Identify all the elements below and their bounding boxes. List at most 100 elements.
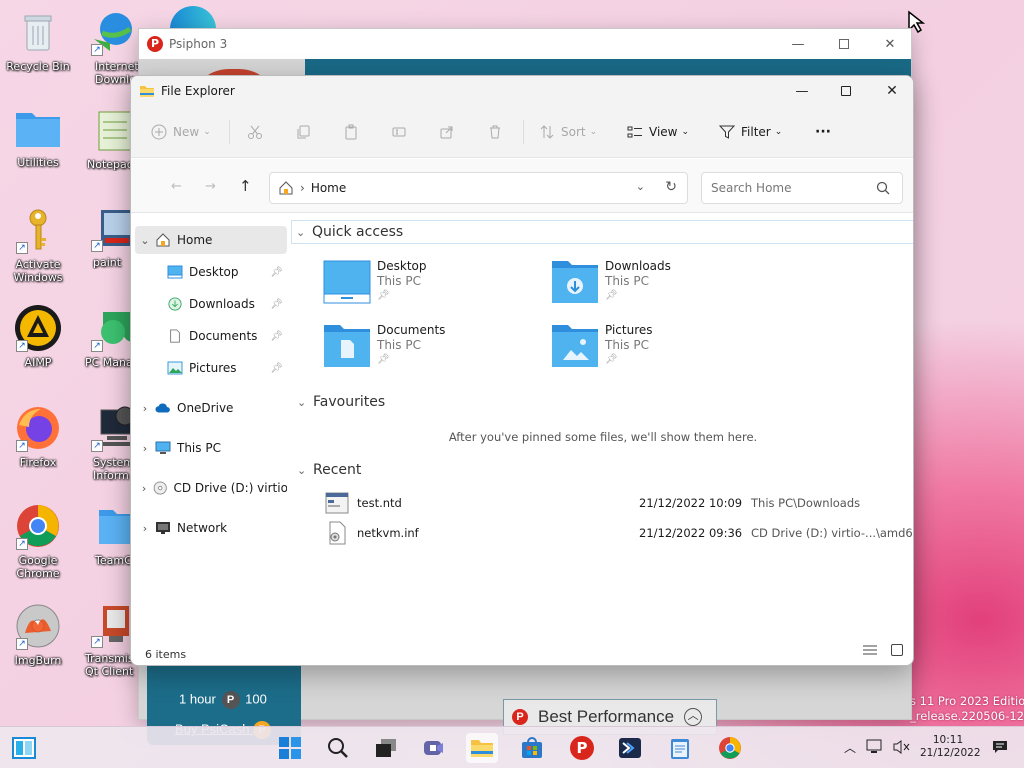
chevron-right-icon[interactable]: › bbox=[135, 402, 155, 415]
downloads-folder-icon bbox=[552, 261, 598, 303]
refresh-icon[interactable]: ↻ bbox=[665, 179, 677, 195]
task-view-button[interactable] bbox=[370, 733, 402, 763]
home-icon bbox=[156, 233, 170, 247]
taskbar-notepad[interactable] bbox=[664, 733, 696, 763]
chevron-down-icon: ⌄ bbox=[297, 463, 307, 477]
network-status-icon[interactable] bbox=[866, 739, 884, 758]
desktop-icon-aimp[interactable]: ↗ AIMP bbox=[5, 304, 71, 369]
taskbar-powershell[interactable] bbox=[614, 733, 646, 763]
nav-item-cd-drive[interactable]: › CD Drive (D:) virtio-v bbox=[135, 474, 287, 502]
address-bar[interactable]: › Home ⌄ ↻ bbox=[269, 172, 688, 204]
clock[interactable]: 10:11 21/12/2022 bbox=[920, 734, 981, 760]
shortcut-arrow-icon: ↗ bbox=[16, 340, 28, 352]
cut-button[interactable] bbox=[247, 120, 269, 144]
pin-icon: 📌︎ bbox=[605, 354, 618, 365]
notepad-icon bbox=[671, 739, 689, 759]
minimize-button[interactable]: — bbox=[779, 76, 825, 106]
chevron-right-icon[interactable]: › bbox=[135, 522, 155, 535]
inf-file-icon bbox=[329, 521, 346, 545]
volume-muted-icon[interactable] bbox=[892, 739, 910, 758]
chevron-down-icon[interactable]: ⌄ bbox=[636, 180, 645, 193]
chrome-icon: ↗ bbox=[14, 502, 62, 550]
details-view-button[interactable] bbox=[863, 644, 877, 659]
delete-button[interactable] bbox=[487, 120, 509, 144]
chevron-right-icon[interactable]: › bbox=[135, 482, 153, 495]
close-icon: ✕ bbox=[886, 83, 898, 99]
edge-icon[interactable] bbox=[170, 6, 216, 30]
widgets-button[interactable] bbox=[8, 733, 40, 763]
recycle-bin-icon bbox=[14, 8, 62, 56]
forward-button[interactable]: → bbox=[205, 179, 216, 194]
close-button[interactable]: ✕ bbox=[869, 76, 913, 106]
desktop-icon-activate-windows[interactable]: ↗ Activate Windows bbox=[5, 206, 71, 284]
nav-item-onedrive[interactable]: › OneDrive bbox=[135, 394, 287, 422]
pin-icon[interactable]: 📌︎ bbox=[270, 331, 283, 342]
filter-button[interactable]: Filter ⌄ bbox=[719, 120, 782, 144]
explorer-titlebar[interactable]: File Explorer — ✕ bbox=[131, 76, 913, 106]
section-quick-access[interactable]: ⌄ Quick access bbox=[291, 220, 913, 244]
section-favourites[interactable]: ⌄ Favourites bbox=[297, 392, 385, 412]
maximize-button[interactable] bbox=[823, 76, 869, 106]
chevron-down-icon: ⌄ bbox=[296, 225, 306, 239]
pin-icon[interactable]: 📌︎ bbox=[270, 267, 283, 278]
share-button[interactable] bbox=[439, 120, 461, 144]
tiles-view-button[interactable] bbox=[891, 644, 903, 659]
nav-item-desktop[interactable]: Desktop 📌︎ bbox=[135, 258, 287, 286]
close-button[interactable]: ✕ bbox=[867, 29, 913, 59]
taskbar-file-explorer[interactable] bbox=[466, 733, 498, 763]
search-input[interactable]: Search Home bbox=[701, 172, 903, 204]
desktop-icon-utilities[interactable]: Utilities bbox=[5, 104, 71, 169]
chevron-down-icon[interactable]: ⌄ bbox=[135, 234, 155, 247]
desktop-icon-internet-download[interactable]: ↗ Internet Downlo bbox=[83, 8, 143, 86]
back-button[interactable]: ← bbox=[171, 179, 182, 194]
taskbar-psiphon[interactable]: P bbox=[566, 733, 598, 763]
taskbar-microsoft-store[interactable] bbox=[516, 733, 548, 763]
quick-access-item[interactable]: Documents This PC 📌︎ bbox=[323, 320, 543, 376]
nav-item-documents[interactable]: Documents 📌︎ bbox=[135, 322, 287, 350]
nav-item-downloads[interactable]: Downloads 📌︎ bbox=[135, 290, 287, 318]
pin-icon[interactable]: 📌︎ bbox=[270, 363, 283, 374]
toolbar-divider bbox=[229, 120, 230, 144]
nav-item-this-pc[interactable]: › This PC bbox=[135, 434, 287, 462]
pictures-folder-icon bbox=[552, 325, 598, 367]
minimize-button[interactable]: — bbox=[775, 29, 821, 59]
sort-button[interactable]: Sort ⌄ bbox=[539, 120, 597, 144]
quick-access-item[interactable]: Desktop This PC 📌︎ bbox=[323, 256, 543, 312]
view-button[interactable]: View ⌄ bbox=[627, 120, 689, 144]
file-explorer-window: File Explorer — ✕ New ⌄ Sort ⌄ View ⌄ Filte… bbox=[130, 75, 914, 666]
start-button[interactable] bbox=[274, 733, 306, 763]
pin-icon[interactable]: 📌︎ bbox=[270, 299, 283, 310]
psiphon-hour-option[interactable]: 1 hour P 100 bbox=[179, 691, 267, 709]
shortcut-arrow-icon: ↗ bbox=[16, 638, 28, 650]
desktop-icon-recycle-bin[interactable]: Recycle Bin bbox=[5, 8, 71, 73]
desktop-icon-google-chrome[interactable]: ↗ Google Chrome bbox=[5, 502, 71, 580]
show-hidden-icons-chevron[interactable]: ︿ bbox=[844, 739, 856, 756]
search-icon bbox=[876, 181, 890, 195]
chat-icon bbox=[424, 741, 443, 755]
notifications-button[interactable] bbox=[992, 739, 1008, 758]
more-options-button[interactable]: ··· bbox=[815, 120, 831, 144]
paste-button[interactable] bbox=[343, 120, 365, 144]
section-recent[interactable]: ⌄ Recent bbox=[297, 460, 361, 480]
nav-item-network[interactable]: › Network bbox=[135, 514, 287, 542]
desktop-icon-imgburn[interactable]: ↗ ImgBurn bbox=[5, 602, 71, 667]
recent-file-row[interactable]: test.ntd 21/12/2022 10:09 This PC\Downlo… bbox=[325, 490, 913, 516]
quick-access-item[interactable]: Downloads This PC 📌︎ bbox=[551, 256, 771, 312]
nav-item-home[interactable]: ⌄ Home bbox=[135, 226, 287, 254]
teams-chat-button[interactable] bbox=[418, 733, 450, 763]
copy-button[interactable] bbox=[295, 120, 317, 144]
taskbar-chrome[interactable] bbox=[714, 733, 746, 763]
chevron-down-icon: ⌄ bbox=[297, 395, 307, 409]
maximize-button[interactable] bbox=[821, 29, 867, 59]
nav-item-pictures[interactable]: Pictures 📌︎ bbox=[135, 354, 287, 382]
chevron-right-icon[interactable]: › bbox=[135, 442, 155, 455]
recent-file-row[interactable]: netkvm.inf 21/12/2022 09:36 CD Drive (D:… bbox=[325, 520, 913, 546]
new-button[interactable]: New ⌄ bbox=[151, 120, 211, 144]
breadcrumb-home[interactable]: Home bbox=[311, 181, 346, 195]
rename-button[interactable] bbox=[391, 120, 413, 144]
psiphon-logo-icon: P bbox=[147, 36, 163, 52]
up-button[interactable]: ↑ bbox=[239, 177, 252, 195]
desktop-icon-firefox[interactable]: ↗ Firefox bbox=[5, 404, 71, 469]
search-button[interactable] bbox=[322, 733, 354, 763]
quick-access-item[interactable]: Pictures This PC 📌︎ bbox=[551, 320, 771, 376]
